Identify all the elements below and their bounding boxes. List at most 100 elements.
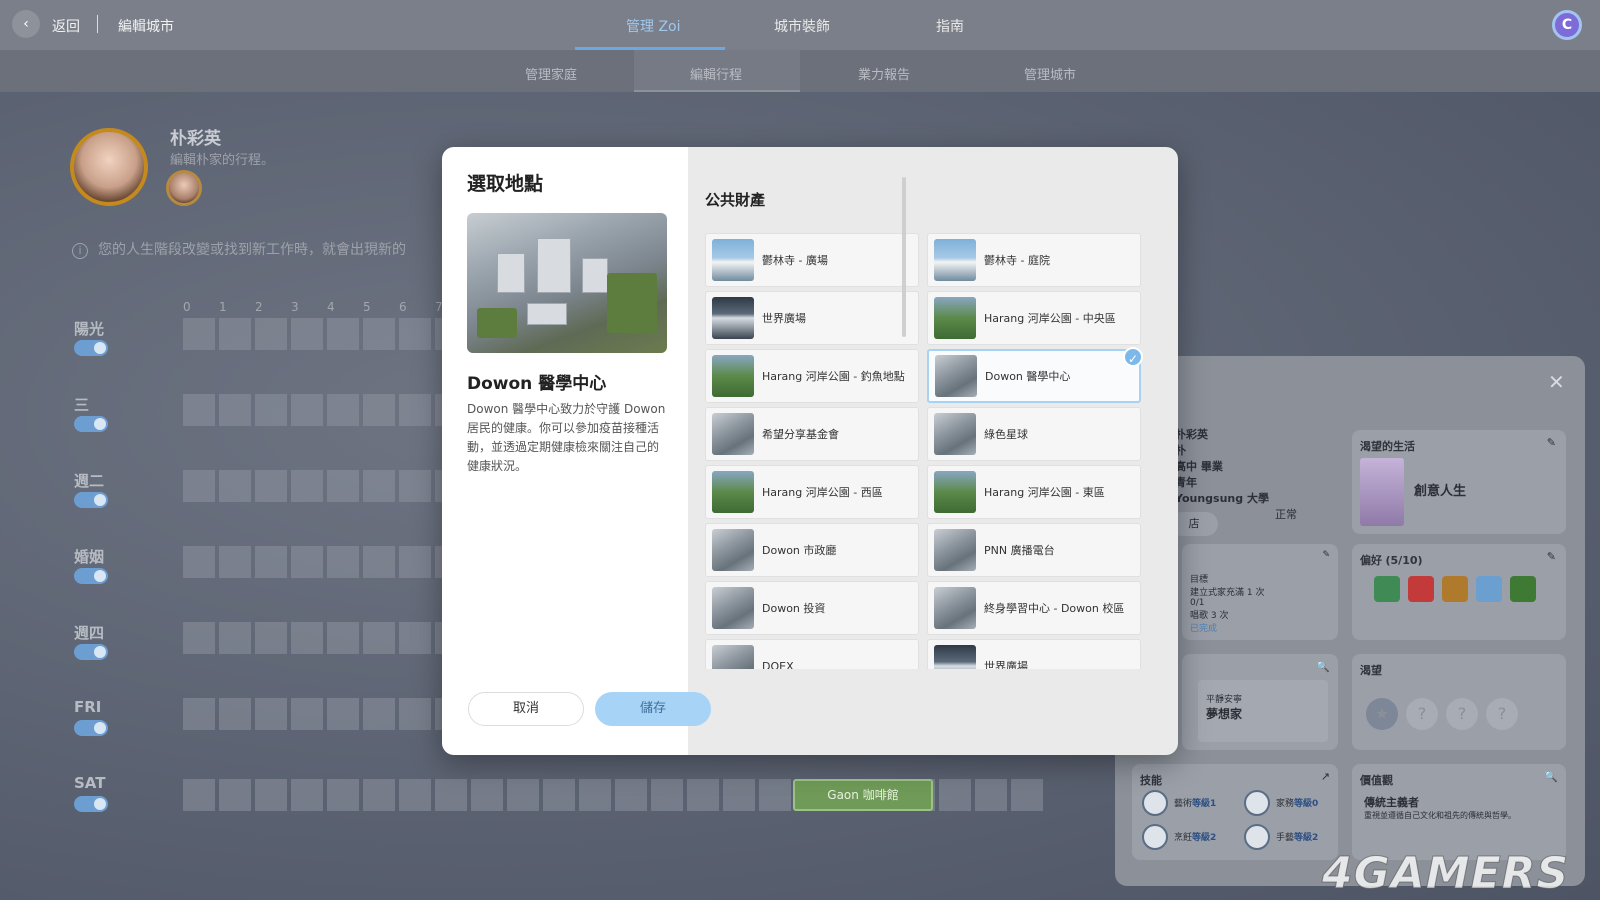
goal-line: 唱歌 3 次	[1190, 611, 1229, 621]
day-label: 婚姻	[74, 548, 105, 566]
location-item[interactable]: DOEX	[705, 639, 919, 669]
edit-pencil-icon[interactable]: ✎	[1547, 436, 1556, 449]
location-thumbnail	[934, 297, 976, 339]
back-button[interactable]: 返回	[52, 16, 80, 36]
location-item[interactable]: Dowon 投資	[705, 581, 919, 635]
location-thumbnail	[935, 355, 977, 397]
breadcrumb: 編輯城市	[118, 19, 174, 35]
sub-navigation-bar: 管理家庭 編輯行程 業力報告 管理城市	[0, 50, 1600, 92]
art-skill-icon	[1142, 790, 1168, 816]
tab-guide[interactable]: 指南	[936, 16, 964, 36]
location-item[interactable]: Harang 河岸公園 - 中央區	[927, 291, 1141, 345]
location-item-label: 希望分享基金會	[762, 428, 839, 441]
location-item[interactable]: Dowon 市政廳	[705, 523, 919, 577]
location-item-label: Harang 河岸公園 - 釣魚地點	[762, 370, 905, 383]
values-card[interactable]: 價值觀 🔍 傳統主義者 重視並遵循自己文化和祖先的傳統與哲學。	[1352, 764, 1566, 860]
skill-level: 等級2	[1294, 833, 1319, 843]
brand-logo-icon[interactable]: C	[1552, 10, 1582, 40]
goal-line: 已完成	[1190, 624, 1218, 634]
mood-label: 正常	[1275, 508, 1297, 521]
goal-line: 0/1	[1190, 598, 1205, 608]
location-item-label: 終身學習中心 - Dowon 校區	[984, 602, 1125, 615]
location-item[interactable]: Harang 河岸公園 - 釣魚地點	[705, 349, 919, 403]
hour-label: 2	[255, 300, 263, 314]
edit-pencil-icon[interactable]: ✎	[1322, 550, 1330, 560]
preferences-card[interactable]: 偏好 (5/10) ✎	[1352, 544, 1566, 640]
hour-label: 6	[399, 300, 407, 314]
cancel-button[interactable]: 取消	[468, 692, 584, 726]
location-item-label: PNN 廣播電台	[984, 544, 1055, 557]
goals-card[interactable]: ✎ 目標 建立式家充滿 1 次 0/1 唱歌 3 次 已完成	[1182, 544, 1338, 640]
location-thumbnail	[934, 529, 976, 571]
location-item[interactable]: 鬱林寺 - 廣場	[705, 233, 919, 287]
skill-item: 烹飪等級2	[1142, 824, 1234, 850]
edit-pencil-icon[interactable]: ✎	[1547, 550, 1556, 563]
tab-manage-zoi[interactable]: 管理 Zoi	[626, 16, 681, 36]
search-icon[interactable]: 🔍	[1544, 770, 1558, 783]
desired-life-value: 創意人生	[1414, 484, 1467, 499]
skill-name: 家務	[1276, 799, 1295, 809]
tab-city-decoration[interactable]: 城市裝飾	[774, 16, 830, 36]
location-item[interactable]: 希望分享基金會	[705, 407, 919, 461]
hour-label: 1	[219, 300, 227, 314]
location-item[interactable]: 鬱林寺 - 庭院	[927, 233, 1141, 287]
info-message: i 您的人生階段改變或找到新工作時，就會出現新的	[72, 239, 406, 259]
skills-card[interactable]: 技能 ↗ 藝術等級1 家務等級0 烹飪等級2 手藝等級2	[1132, 764, 1338, 860]
location-item[interactable]: Dowon 醫學中心 ✓	[927, 347, 1143, 403]
day-label: FRI	[74, 698, 102, 716]
day-toggle[interactable]	[74, 644, 108, 660]
location-grid: 鬱林寺 - 廣場 鬱林寺 - 庭院 世界廣場 Harang 河岸公園 - 中央區 Har…	[705, 233, 1145, 669]
wish-card-icon[interactable]: ★	[1366, 698, 1398, 730]
day-toggle[interactable]	[74, 568, 108, 584]
skill-item: 藝術等級1	[1142, 790, 1234, 816]
open-external-icon[interactable]: ↗	[1321, 770, 1330, 783]
location-item-label: DOEX	[762, 659, 794, 670]
section-title: 公共財產	[705, 191, 766, 209]
location-item[interactable]: 世界廣場	[927, 639, 1141, 669]
location-thumbnail	[934, 471, 976, 513]
day-toggle[interactable]	[74, 796, 108, 812]
location-list[interactable]: 鬱林寺 - 廣場 鬱林寺 - 庭院 世界廣場 Harang 河岸公園 - 中央區 Har…	[705, 233, 1145, 669]
household-member-avatar[interactable]	[166, 170, 202, 206]
wishes-card[interactable]: 渴望 ★???	[1352, 654, 1566, 750]
subtab-edit-schedule[interactable]: 編輯行程	[690, 64, 742, 83]
schedule-activity-block[interactable]: Gaon 咖啡館	[793, 779, 933, 811]
list-scrollbar[interactable]	[902, 177, 906, 337]
location-item-label: 鬱林寺 - 廣場	[762, 254, 828, 267]
hour-header: 01234567	[183, 300, 471, 314]
back-arrow-icon[interactable]: ‹	[12, 10, 40, 38]
location-item[interactable]: Harang 河岸公園 - 西區	[705, 465, 919, 519]
day-toggle[interactable]	[74, 416, 108, 432]
location-item[interactable]: 綠色星球	[927, 407, 1141, 461]
empty-wish-icon: ?	[1446, 698, 1478, 730]
checkmark-icon: ✓	[1123, 347, 1143, 367]
dream-box: 平靜安寧 夢想家	[1198, 680, 1328, 742]
location-thumbnail	[934, 587, 976, 629]
housework-skill-icon	[1244, 790, 1270, 816]
watermark-logo: 4GAMERS	[1321, 848, 1570, 900]
subtab-manage-household[interactable]: 管理家庭	[525, 64, 577, 83]
location-item[interactable]: 終身學習中心 - Dowon 校區	[927, 581, 1141, 635]
preferences-title: 偏好	[1360, 554, 1382, 567]
desired-life-title: 渴望的生活	[1360, 440, 1415, 453]
location-item[interactable]: 世界廣場	[705, 291, 919, 345]
location-item[interactable]: Harang 河岸公園 - 東區	[927, 465, 1141, 519]
day-toggle[interactable]	[74, 720, 108, 736]
location-thumbnail	[934, 645, 976, 669]
profile-line: 高中 畢業	[1175, 460, 1223, 473]
day-toggle[interactable]	[74, 340, 108, 356]
subtab-manage-city[interactable]: 管理城市	[1024, 64, 1076, 83]
search-icon[interactable]: 🔍	[1316, 660, 1330, 673]
preferences-count: (5/10)	[1385, 554, 1423, 567]
day-toggle[interactable]	[74, 492, 108, 508]
subtab-karma-report[interactable]: 業力報告	[858, 64, 910, 83]
location-item[interactable]: PNN 廣播電台	[927, 523, 1141, 577]
location-detail-pane: 選取地點 Dowon 醫學中心 Dowon 醫學中心致力於守護 Dowon 居民…	[442, 147, 688, 755]
goal-line: 建立式家充滿 1 次	[1190, 588, 1265, 598]
save-button[interactable]: 儲存	[595, 692, 711, 726]
empty-wish-icon: ?	[1406, 698, 1438, 730]
sim-avatar[interactable]	[70, 128, 148, 206]
dream-card[interactable]: 🔍 平靜安寧 夢想家	[1182, 654, 1338, 750]
desired-life-card[interactable]: 渴望的生活 創意人生 ✎	[1352, 430, 1566, 534]
close-icon[interactable]: ✕	[1548, 370, 1565, 394]
